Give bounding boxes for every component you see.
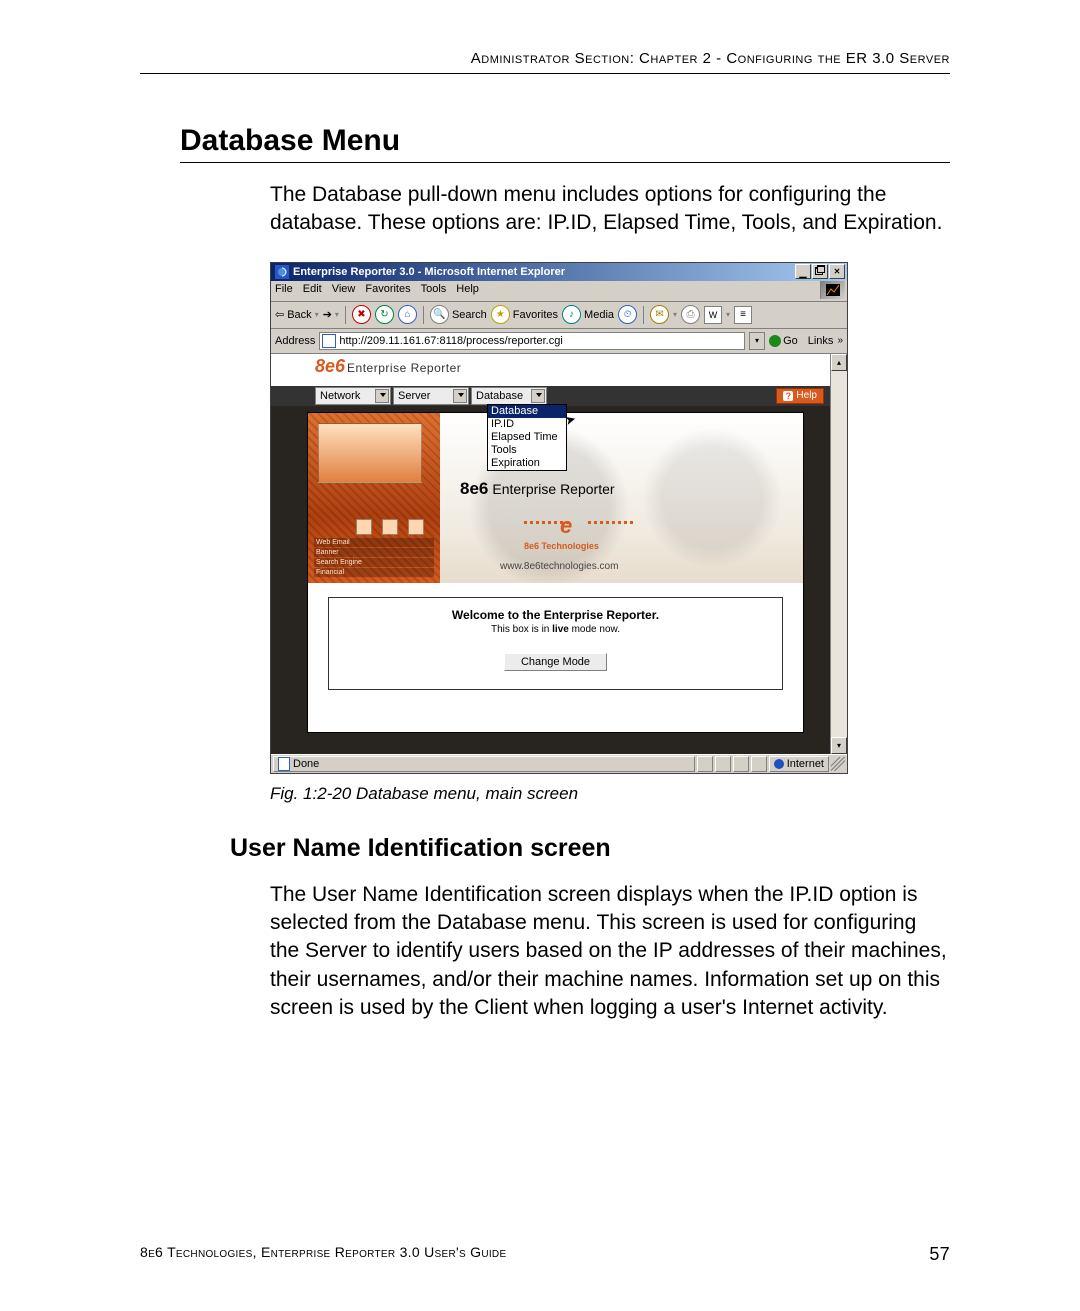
e-mark-icon: e [560,513,572,539]
db-option-ipid[interactable]: IP.ID [488,418,566,431]
hero-label: Banner [314,548,434,557]
hero-label: Financial [314,568,434,577]
scrollbar[interactable]: ▴ ▾ [830,354,847,754]
mail-icon[interactable]: ✉ [650,305,669,324]
minimize-button[interactable] [795,264,811,279]
db-option-database[interactable]: Database [488,405,566,418]
ie-throbber-icon [820,281,845,299]
database-dropdown[interactable]: Database [471,387,547,405]
restore-button[interactable] [812,264,828,279]
ie-toolbar: ⇦ Back ▾ ➔ ▾ ✖ ↻ ⌂ 🔍Search ★Favorites ♪M… [271,302,847,329]
hero-url: www.8e6technologies.com [500,561,618,572]
footer-text: 8e6 Technologies, Enterprise Reporter 3.… [140,1244,506,1265]
window-title: Enterprise Reporter 3.0 - Microsoft Inte… [293,266,795,278]
running-header: Administrator Section: Chapter 2 - Confi… [140,50,950,74]
figure: Enterprise Reporter 3.0 - Microsoft Inte… [270,262,950,804]
network-dropdown[interactable]: Network [315,387,391,405]
media-button[interactable]: ♪Media [562,305,614,324]
home-icon[interactable]: ⌂ [398,305,417,324]
page-icon [322,334,336,348]
app-toolbar: Network Server Database Help [271,386,830,406]
menu-favorites[interactable]: Favorites [365,283,410,299]
stop-icon[interactable]: ✖ [352,305,371,324]
menu-tools[interactable]: Tools [421,283,447,299]
db-option-elapsed-time[interactable]: Elapsed Time [488,431,566,444]
scroll-up-button[interactable]: ▴ [831,354,847,371]
hero-brand-rest: Enterprise Reporter [492,481,614,497]
ie-addressbar: Address http://209.11.161.67:8118/proces… [271,329,847,354]
status-slot [715,756,731,772]
hero-label: Search Engine [314,558,434,567]
go-button[interactable]: Go [769,335,798,347]
scroll-track[interactable] [831,371,847,737]
status-slot [733,756,749,772]
status-slot [697,756,713,772]
menu-view[interactable]: View [332,283,356,299]
ie-app-icon [275,265,289,279]
address-dropdown-button[interactable]: ▾ [749,332,765,350]
change-mode-button[interactable]: Change Mode [504,653,607,671]
page-number: 57 [929,1244,950,1265]
history-icon[interactable]: ⏲ [618,305,637,324]
links-button[interactable]: Links [808,335,843,347]
ie-window: Enterprise Reporter 3.0 - Microsoft Inte… [270,262,848,774]
db-option-tools[interactable]: Tools [488,444,566,457]
discuss-icon[interactable]: ≡ [734,306,752,324]
back-button[interactable]: ⇦ Back ▾ [275,308,319,321]
resize-grip-icon[interactable] [831,757,845,771]
favorites-button[interactable]: ★Favorites [491,305,558,324]
welcome-title: Welcome to the Enterprise Reporter. [337,608,774,622]
figure-caption: Fig. 1:2-20 Database menu, main screen [270,784,950,804]
menu-edit[interactable]: Edit [303,283,322,299]
status-slot [751,756,767,772]
hero-brand-bold: 8e6 [460,479,488,498]
address-label: Address [275,335,315,347]
address-input[interactable]: http://209.11.161.67:8118/process/report… [319,332,745,350]
database-dropdown-list[interactable]: Database IP.ID Elapsed Time Tools Expira… [487,404,567,471]
subsection-body: The User Name Identification screen disp… [270,881,950,1023]
ie-content: 8e6Enterprise Reporter Network Server Da… [271,354,830,754]
ie-menubar: File Edit View Favorites Tools Help [271,281,847,302]
section-intro: The Database pull-down menu includes opt… [270,181,950,238]
hero-graphic: Web Email Banner Search Engine Financial [308,413,440,583]
edit-docs-icon[interactable]: W [704,306,722,324]
menu-help[interactable]: Help [456,283,479,299]
ie-titlebar: Enterprise Reporter 3.0 - Microsoft Inte… [271,263,847,281]
status-done: Done [273,756,695,772]
welcome-subtitle: This box is in live mode now. [337,624,774,635]
db-option-expiration[interactable]: Expiration [488,457,566,470]
status-zone: Internet [769,756,829,772]
address-url: http://209.11.161.67:8118/process/report… [339,335,562,347]
print-icon[interactable]: ⎙ [681,305,700,324]
logo-8e6: 8e6 [315,356,345,376]
refresh-icon[interactable]: ↻ [375,305,394,324]
server-dropdown[interactable]: Server [393,387,469,405]
ie-statusbar: Done Internet [271,754,847,773]
menu-file[interactable]: File [275,283,293,299]
hero-tech-label: 8e6 Technologies [524,541,599,551]
scroll-down-button[interactable]: ▾ [831,737,847,754]
hero-label: Web Email [314,538,434,547]
close-button[interactable] [829,264,845,279]
welcome-box: Welcome to the Enterprise Reporter. This… [328,597,783,690]
app-logo: 8e6Enterprise Reporter [271,354,830,386]
help-button[interactable]: Help [776,388,824,404]
ie-viewport: 8e6Enterprise Reporter Network Server Da… [271,354,847,754]
section-title: Database Menu [180,124,950,163]
forward-button[interactable]: ➔ ▾ [323,308,339,321]
subsection-title: User Name Identification screen [230,834,950,863]
logo-subtitle: Enterprise Reporter [347,361,461,375]
running-footer: 8e6 Technologies, Enterprise Reporter 3.… [140,1244,950,1265]
search-button[interactable]: 🔍Search [430,305,487,324]
